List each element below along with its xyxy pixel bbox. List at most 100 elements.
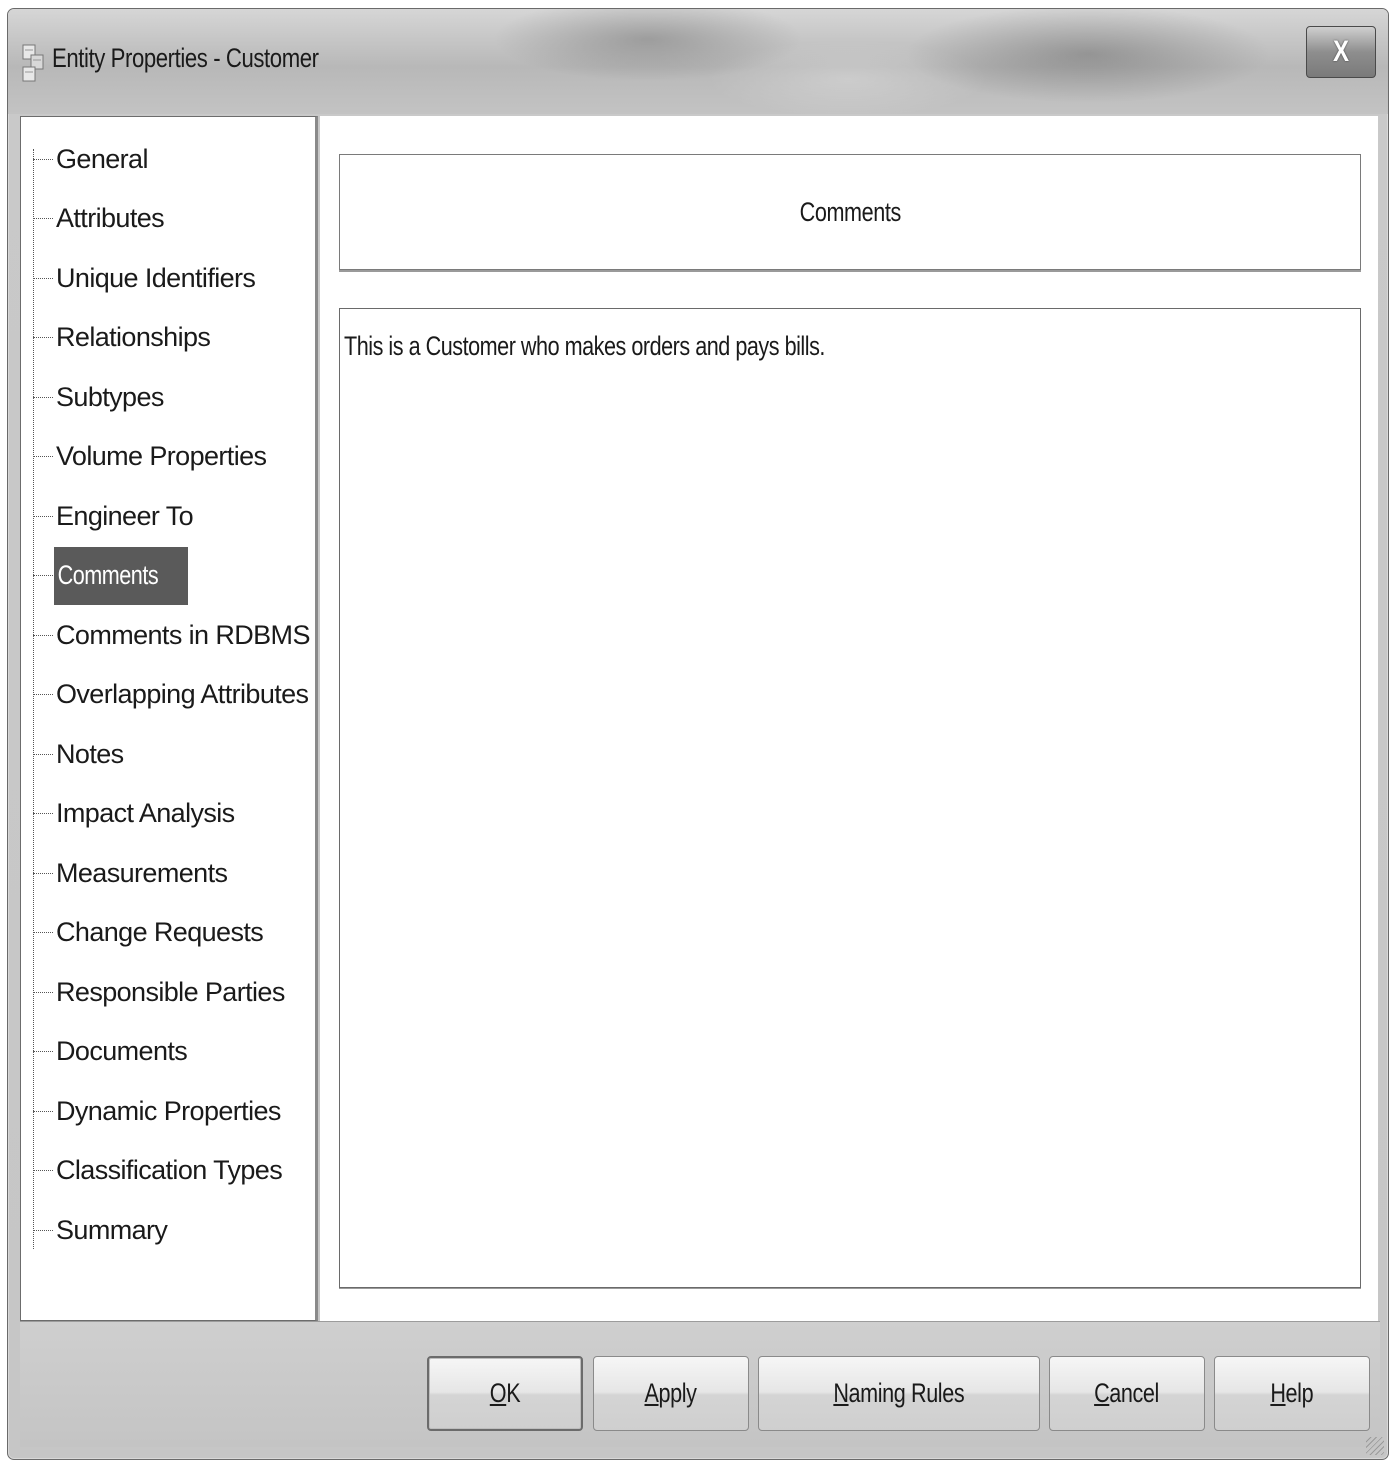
tree-label-box: General xyxy=(54,144,150,175)
tree-label-box: Documents xyxy=(54,1036,189,1067)
tree-connector xyxy=(33,1110,53,1112)
tree-label-box: Engineer To xyxy=(54,501,195,532)
tree-label-box: Subtypes xyxy=(54,382,166,413)
resize-grip[interactable] xyxy=(1366,1437,1384,1455)
tree-label-box: Notes xyxy=(54,739,126,770)
apply-button[interactable]: Apply xyxy=(593,1356,749,1431)
help-button-label: Help xyxy=(1270,1378,1314,1408)
tree-item-volume-properties[interactable]: Volume Properties xyxy=(33,437,268,477)
tree-item-subtypes[interactable]: Subtypes xyxy=(33,377,166,417)
panel-header: Comments xyxy=(339,154,1361,270)
naming-rules-button[interactable]: Naming Rules xyxy=(758,1356,1040,1431)
tree-item-measurements[interactable]: Measurements xyxy=(33,853,229,893)
tree-connector xyxy=(33,396,53,398)
tree-item-label: Attributes xyxy=(56,203,165,233)
tree-connector xyxy=(33,158,53,160)
tree-connector xyxy=(33,932,53,933)
tree-label-box: Dynamic Properties xyxy=(54,1096,283,1127)
tree-connector xyxy=(33,872,53,874)
tree-item-label: Comments in RDBMS xyxy=(56,619,310,650)
tree-connector xyxy=(33,1229,53,1231)
tree-item-documents[interactable]: Documents xyxy=(33,1032,189,1072)
tree-item-label: Notes xyxy=(56,738,124,769)
tree-connector xyxy=(33,694,53,695)
close-button[interactable]: X xyxy=(1306,26,1376,78)
entity-icon xyxy=(22,44,44,82)
tree-label-box: Measurements xyxy=(54,858,229,889)
navigation-tree: General Attributes Unique Identifiers Relat… xyxy=(20,116,318,1321)
tree-item-relationships[interactable]: Relationships xyxy=(33,318,212,358)
tree-label-box: Comments xyxy=(54,546,188,605)
comments-panel: Comments This is a Customer who makes or… xyxy=(320,116,1378,1321)
tree-item-label: Unique Identifiers xyxy=(56,262,256,293)
tree-connector xyxy=(33,575,53,576)
tree-item-label: Impact Analysis xyxy=(56,798,235,828)
tree-item-dynamic-properties[interactable]: Dynamic Properties xyxy=(33,1091,283,1131)
tree-connector xyxy=(33,337,53,338)
tree-item-comments[interactable]: Comments xyxy=(33,546,188,605)
tree-label-box: Summary xyxy=(54,1215,169,1246)
tree-item-label: Subtypes xyxy=(56,381,164,412)
tree-connector xyxy=(33,1170,53,1171)
tree-item-engineer-to[interactable]: Engineer To xyxy=(33,496,195,536)
tree-item-comments-in-rdbms[interactable]: Comments in RDBMS xyxy=(33,615,312,655)
tree-label-box: Relationships xyxy=(54,322,212,353)
tree-item-label: Measurements xyxy=(56,857,228,888)
tree-connector xyxy=(33,991,53,993)
tree-item-unique-identifiers[interactable]: Unique Identifiers xyxy=(33,258,257,298)
tree-item-label: Classification Types xyxy=(56,1155,283,1185)
tree-item-label: General xyxy=(56,143,148,174)
help-button[interactable]: Help xyxy=(1214,1356,1370,1431)
tree-item-label: Relationships xyxy=(56,322,211,352)
tree-item-label: Engineer To xyxy=(56,500,194,531)
tree-item-label: Comments xyxy=(57,560,159,590)
tree-label-box: Comments in RDBMS xyxy=(54,620,312,651)
close-icon: X xyxy=(1332,35,1349,68)
tree-connector xyxy=(33,753,53,755)
naming-rules-button-label: Naming Rules xyxy=(833,1378,965,1408)
tree-connector xyxy=(33,634,53,636)
tree-connector xyxy=(33,1051,53,1052)
window-title: Entity Properties - Customer xyxy=(52,43,319,73)
ok-button-label: OK xyxy=(489,1378,521,1408)
tree-label-box: Change Requests xyxy=(54,917,265,948)
tree-item-label: Volume Properties xyxy=(56,441,267,471)
comment-text: This is a Customer who makes orders and … xyxy=(344,331,825,361)
entity-properties-dialog: Entity Properties - Customer X General At… xyxy=(7,8,1389,1460)
tree-label-box: Impact Analysis xyxy=(54,798,237,829)
panel-header-label: Comments xyxy=(799,196,901,227)
tree-label-box: Unique Identifiers xyxy=(54,263,257,294)
tree-item-overlapping-attributes[interactable]: Overlapping Attributes xyxy=(33,675,310,715)
tree-label-box: Classification Types xyxy=(54,1155,284,1186)
tree-connector xyxy=(33,813,53,814)
ok-button[interactable]: OK xyxy=(427,1356,583,1431)
tree-item-label: Change Requests xyxy=(56,917,264,947)
tree-item-change-requests[interactable]: Change Requests xyxy=(33,913,265,953)
comment-textarea[interactable]: This is a Customer who makes orders and … xyxy=(339,308,1361,1288)
tree-item-label: Documents xyxy=(56,1036,188,1066)
tree-label-box: Overlapping Attributes xyxy=(54,679,310,710)
tree-item-label: Summary xyxy=(56,1214,168,1245)
tree-item-label: Overlapping Attributes xyxy=(56,679,309,709)
cancel-button[interactable]: Cancel xyxy=(1049,1356,1205,1431)
tree-connector xyxy=(33,218,53,219)
tree-item-label: Dynamic Properties xyxy=(56,1095,281,1126)
button-bar: OK Apply Naming Rules Cancel Help xyxy=(20,1321,1380,1447)
tree-connector xyxy=(33,456,53,457)
tree-label-box: Attributes xyxy=(54,203,166,234)
apply-button-label: Apply xyxy=(644,1378,698,1408)
cancel-button-label: Cancel xyxy=(1094,1378,1160,1408)
tree-item-summary[interactable]: Summary xyxy=(33,1210,169,1250)
tree-item-responsible-parties[interactable]: Responsible Parties xyxy=(33,972,287,1012)
title-bar[interactable]: Entity Properties - Customer X xyxy=(8,9,1388,114)
tree-connector xyxy=(33,515,53,517)
tree-label-box: Volume Properties xyxy=(54,441,268,472)
tree-item-notes[interactable]: Notes xyxy=(33,734,126,774)
tree-item-impact-analysis[interactable]: Impact Analysis xyxy=(33,794,237,834)
tree-item-classification-types[interactable]: Classification Types xyxy=(33,1151,284,1191)
tree-connector xyxy=(33,277,53,279)
tree-item-label: Responsible Parties xyxy=(56,976,285,1007)
tree-item-general[interactable]: General xyxy=(33,139,150,179)
tree-label-box: Responsible Parties xyxy=(54,977,287,1008)
tree-item-attributes[interactable]: Attributes xyxy=(33,199,166,239)
